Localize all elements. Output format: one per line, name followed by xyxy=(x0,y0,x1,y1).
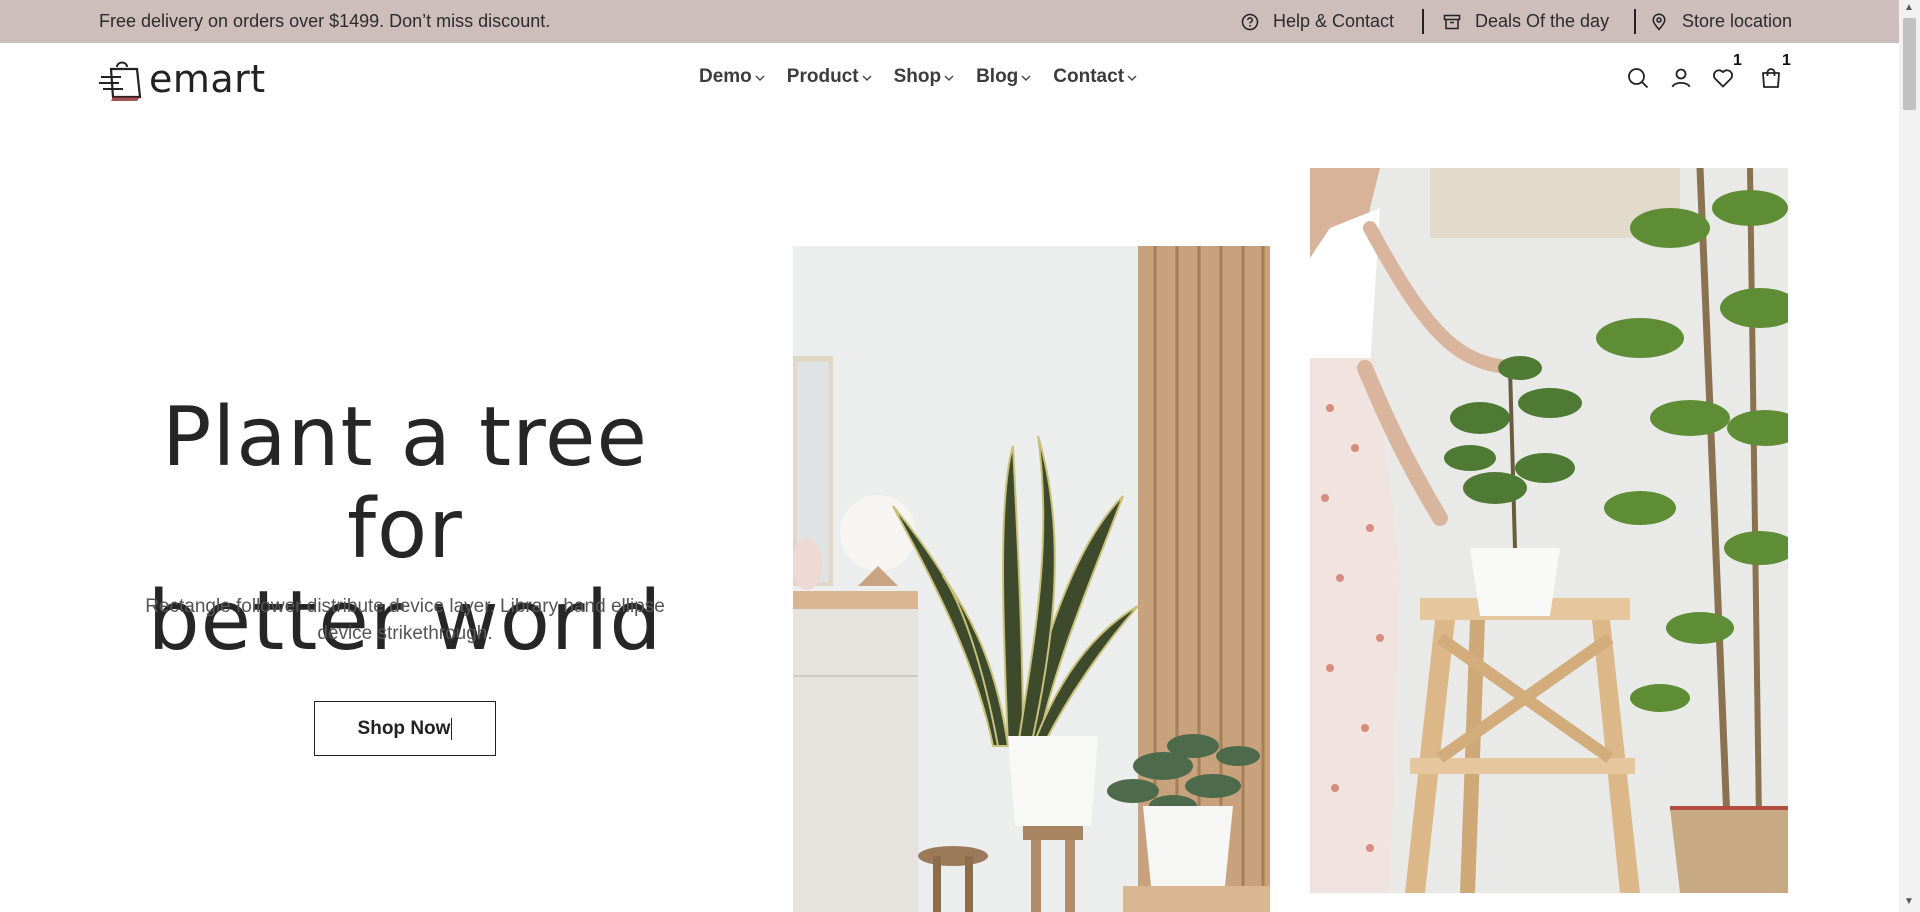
search-button[interactable] xyxy=(1626,66,1650,95)
text-cursor xyxy=(451,717,453,740)
store-location-label: Store location xyxy=(1682,11,1793,31)
nav-label: Demo xyxy=(699,66,752,87)
nav-label: Shop xyxy=(893,66,942,87)
page-scrollbar[interactable]: ▲ ▼ xyxy=(1899,0,1920,912)
logo-wordmark: emart xyxy=(149,57,266,101)
nav-item-product[interactable]: Product xyxy=(787,66,872,88)
topbar-divider xyxy=(1634,9,1636,34)
deals-of-the-day-link[interactable]: Deals Of the day xyxy=(1443,11,1609,32)
chevron-down-icon xyxy=(755,75,765,81)
deals-label: Deals Of the day xyxy=(1475,11,1610,31)
hero-title-line-1: Plant a tree for xyxy=(162,390,648,577)
scrollbar-thumb[interactable] xyxy=(1903,18,1916,110)
scroll-up-arrow-icon[interactable]: ▲ xyxy=(1904,2,1914,13)
search-icon xyxy=(1628,68,1649,89)
nav-item-blog[interactable]: Blog xyxy=(976,66,1031,88)
chevron-down-icon xyxy=(1021,75,1031,81)
help-circle-icon xyxy=(1241,13,1259,30)
site-logo[interactable]: emart xyxy=(99,57,266,101)
heart-icon xyxy=(1713,69,1733,88)
wishlist-count-badge: 1 xyxy=(1733,52,1742,69)
nav-item-contact[interactable]: Contact xyxy=(1053,66,1137,88)
cart-button[interactable] xyxy=(1759,66,1783,95)
shop-now-button[interactable]: Shop Now xyxy=(314,701,496,756)
shop-now-label: Shop Now xyxy=(357,717,451,739)
store-location-link[interactable]: Store location xyxy=(1650,11,1792,32)
user-icon xyxy=(1671,68,1691,88)
chevron-down-icon xyxy=(1127,75,1137,81)
nav-item-shop[interactable]: Shop xyxy=(894,66,955,88)
topbar-divider xyxy=(1422,9,1424,34)
nav-item-demo[interactable]: Demo xyxy=(699,66,765,88)
promo-text: Free delivery on orders over $1499. Don’… xyxy=(99,11,551,31)
nav-label: Product xyxy=(786,66,859,87)
shopping-bag-icon xyxy=(1762,68,1780,88)
help-contact-label: Help & Contact xyxy=(1273,11,1395,31)
map-pin-icon xyxy=(1652,12,1666,31)
help-contact-link[interactable]: Help & Contact xyxy=(1241,11,1394,32)
hero-image-ficus-stool xyxy=(1310,168,1788,893)
nav-label: Blog xyxy=(976,66,1019,87)
chevron-down-icon xyxy=(862,75,872,81)
hero-image-snake-plants xyxy=(793,246,1270,912)
cart-count-badge: 1 xyxy=(1782,52,1791,69)
announcement-bar: Free delivery on orders over $1499. Don’… xyxy=(0,0,1899,43)
archive-box-icon xyxy=(1443,14,1461,29)
main-nav: Demo Product Shop Blog Contact xyxy=(699,66,1159,88)
shopping-bag-logo-icon xyxy=(99,61,142,101)
chevron-down-icon xyxy=(944,75,954,81)
account-button[interactable] xyxy=(1669,66,1693,95)
scroll-down-arrow-icon[interactable]: ▼ xyxy=(1904,896,1914,907)
hero-subtitle: Rectangle follower distribute device lay… xyxy=(145,596,665,644)
wishlist-button[interactable] xyxy=(1711,66,1735,95)
nav-label: Contact xyxy=(1053,66,1125,87)
